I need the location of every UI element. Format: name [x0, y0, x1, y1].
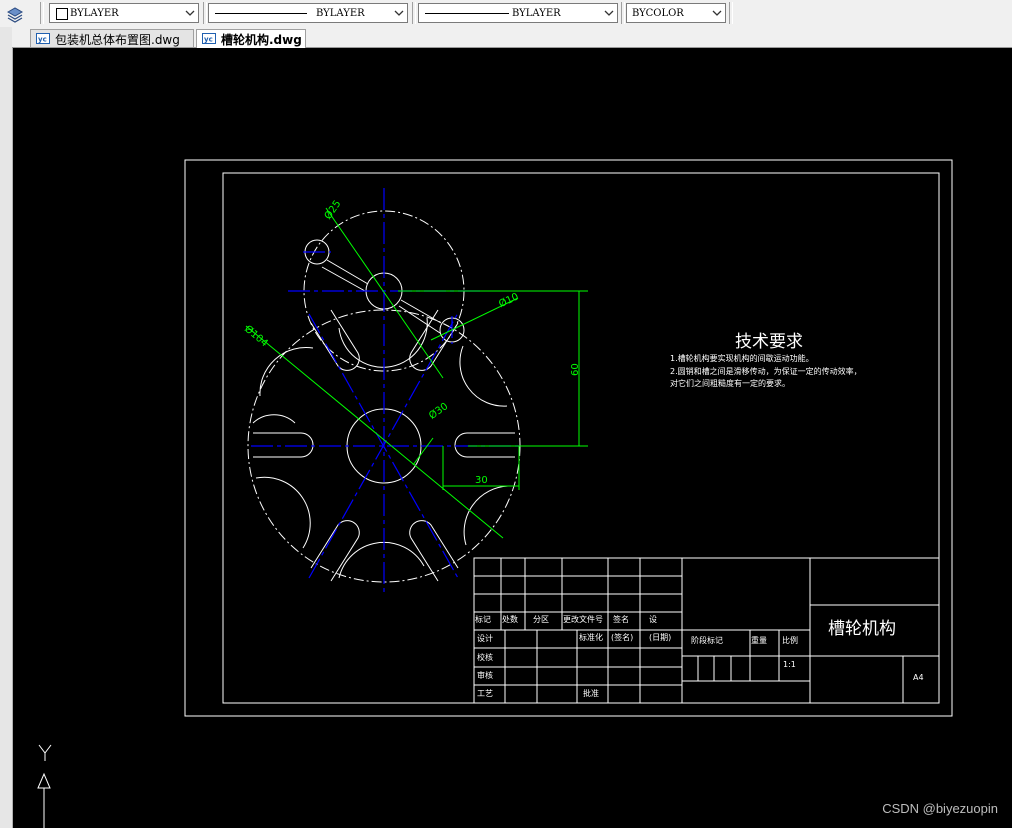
toolbar-separator: [729, 2, 733, 24]
tab-label: 槽轮机构.dwg: [221, 33, 302, 47]
tab-label: 包装机总体布置图.dwg: [55, 33, 180, 47]
wheel-arc: [459, 345, 508, 407]
dim-label-d104: Ø104: [242, 323, 270, 350]
color-combo-value: BYLAYER: [70, 8, 119, 19]
tb-drawing-name: 槽轮机构: [828, 619, 896, 639]
color-swatch: [56, 8, 68, 20]
tech-title: 技术要求: [735, 332, 803, 352]
chevron-down-icon[interactable]: [391, 4, 407, 22]
dim-label-30: 30: [475, 475, 488, 486]
tb-bili: 比例: [782, 635, 798, 645]
crank-arm: [326, 259, 369, 285]
linetype-combo[interactable]: BYLAYER: [208, 3, 408, 23]
document-tab-bar: yc 包装机总体布置图.dwg yc 槽轮机构.dwg: [12, 27, 1012, 48]
lineweight-combo[interactable]: BYLAYER: [418, 3, 618, 23]
tb-jieduan: 阶段标记: [691, 635, 723, 645]
toolbar-separator: [203, 2, 207, 24]
tb-she: 设: [649, 614, 657, 624]
tb-fenqu: 分区: [533, 615, 549, 624]
plotstyle-combo[interactable]: BYCOLOR: [626, 3, 726, 23]
dim-label-60: 60: [570, 363, 581, 376]
tech-line-2: 2.圆销和槽之间是滑移传动，为保证一定的传动效率，: [670, 366, 862, 376]
center-lines: [251, 188, 521, 593]
dim-label-d30: Ø30: [427, 400, 451, 422]
toolbar-separator: [621, 2, 625, 24]
tb-gengai: 更改文件号: [563, 614, 603, 624]
tab-geneva-mechanism[interactable]: yc 槽轮机构.dwg: [196, 29, 306, 48]
properties-toolbar: BYLAYER BYLAYER BYLAYER BYCOLOR: [0, 0, 1012, 28]
ucs-icon: [37, 744, 52, 828]
svg-text:yc: yc: [38, 36, 47, 44]
wheel-arc: [252, 414, 296, 424]
tb-qianming2: (签名): [611, 632, 633, 642]
tb-chushu: 处数: [502, 614, 518, 624]
linetype-combo-value: BYLAYER: [316, 8, 365, 19]
chevron-down-icon[interactable]: [182, 4, 198, 22]
tb-biaozhunhua: 标准化: [579, 632, 603, 642]
tb-gongyi: 工艺: [477, 689, 493, 698]
wheel-arc: [338, 317, 428, 368]
tech-line-3: 对它们之间粗糙度有一定的要求。: [670, 378, 790, 388]
tb-zhongliang: 重量: [751, 635, 767, 645]
lineweight-sample: [425, 13, 509, 14]
left-dock-panel[interactable]: [0, 27, 13, 828]
dwg-file-icon: yc: [36, 33, 50, 44]
plotstyle-combo-value: BYCOLOR: [632, 8, 684, 19]
drawing-canvas[interactable]: Ø25 Ø10 Ø104 Ø30 60 30 技术要求 1.槽轮机构要实现机构的…: [13, 48, 1012, 828]
chevron-down-icon[interactable]: [709, 4, 725, 22]
drawing-svg: Ø25 Ø10 Ø104 Ø30 60 30 技术要求 1.槽轮机构要实现机构的…: [37, 159, 953, 828]
dimension-lines: [245, 207, 588, 539]
watermark: CSDN @biyezuopin: [882, 801, 998, 816]
tb-scale: 1:1: [783, 660, 796, 669]
wheel-arc: [259, 346, 314, 397]
tb-biaoji: 标记: [475, 614, 491, 624]
layer-state-icon[interactable]: [5, 3, 25, 23]
dwg-file-icon: yc: [202, 33, 216, 44]
tb-sheet: A4: [913, 673, 924, 682]
tb-riqi: (日期): [649, 633, 671, 642]
tb-pizhun: 批准: [583, 688, 599, 698]
color-combo[interactable]: BYLAYER: [49, 3, 199, 23]
tech-line-1: 1.槽轮机构要实现机构的间歇运动功能。: [670, 353, 814, 363]
lineweight-combo-value: BYLAYER: [512, 8, 561, 19]
chevron-down-icon[interactable]: [601, 4, 617, 22]
dim-label-d10: Ø10: [497, 291, 521, 311]
tb-qianming: 签名: [613, 614, 629, 624]
tb-shenhe: 审核: [477, 670, 493, 680]
toolbar-separator: [412, 2, 416, 24]
tab-packaging-layout[interactable]: yc 包装机总体布置图.dwg: [30, 29, 194, 47]
toolbar-separator: [40, 2, 44, 24]
svg-text:yc: yc: [204, 36, 213, 44]
dim-label-d25: Ø25: [322, 198, 344, 222]
linetype-sample: [215, 13, 307, 14]
tb-sheji: 设计: [477, 633, 493, 643]
tb-jiaohe: 校核: [477, 652, 493, 662]
